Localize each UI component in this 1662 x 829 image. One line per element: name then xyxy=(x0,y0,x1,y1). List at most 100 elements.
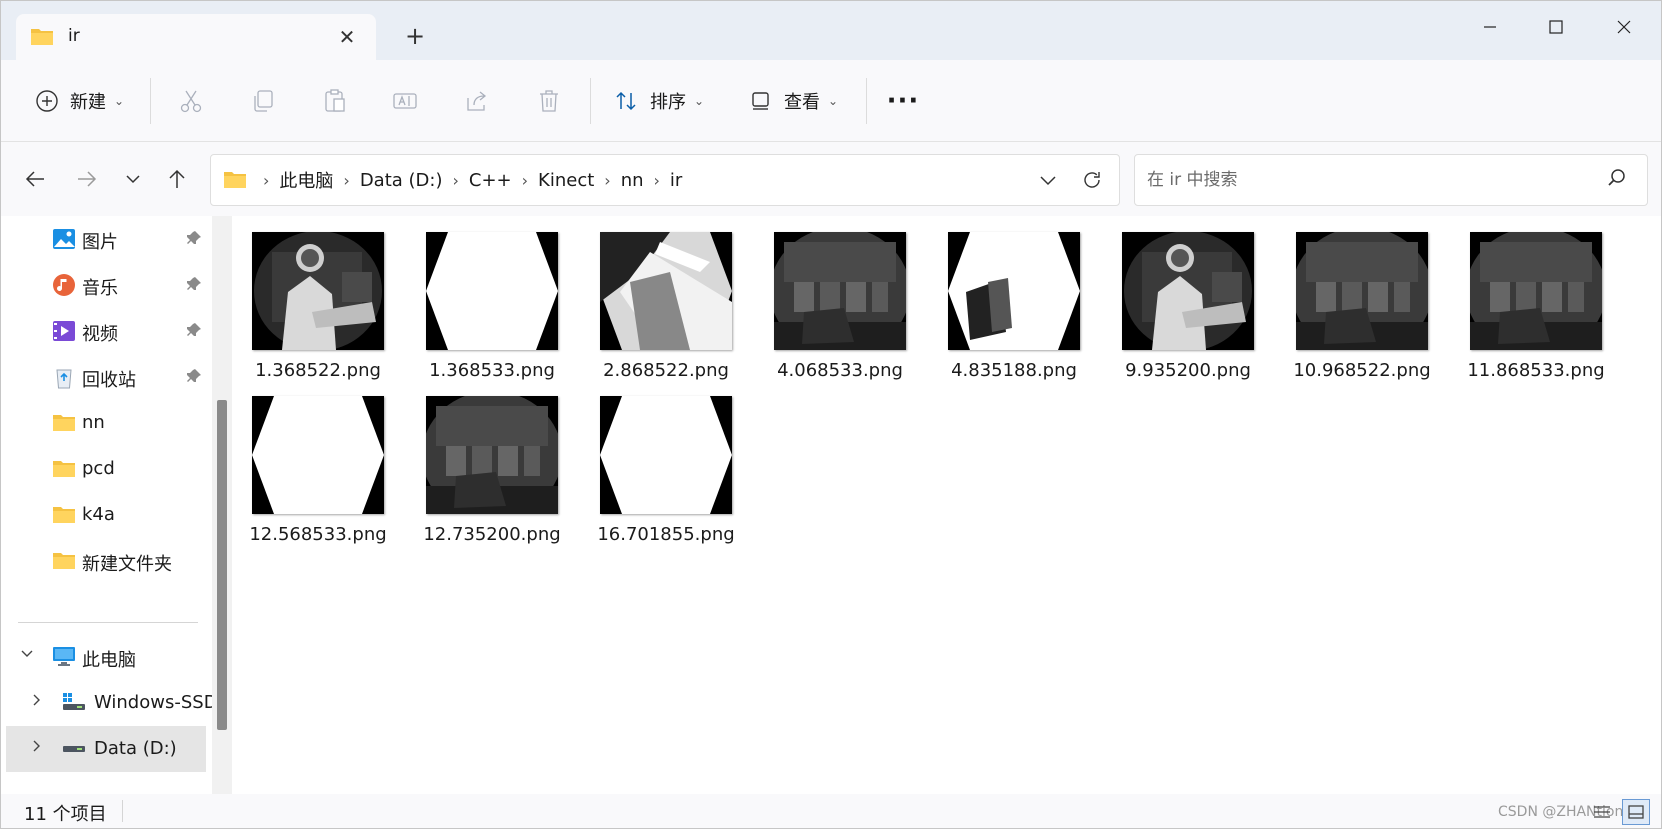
sidebar-item-nn[interactable]: nn xyxy=(0,400,210,446)
file-item[interactable]: 12.735200.png xyxy=(408,380,566,545)
image-thumbnail xyxy=(252,232,384,350)
search-input[interactable] xyxy=(1145,165,1585,195)
tab-close-icon[interactable]: ✕ xyxy=(334,24,360,50)
chevron-down-icon: ⌄ xyxy=(694,94,705,108)
new-button[interactable]: 新建 ⌄ xyxy=(32,84,124,118)
divider xyxy=(18,622,198,623)
pin-icon[interactable] xyxy=(186,230,202,251)
forward-button[interactable] xyxy=(70,162,104,196)
pin-icon[interactable] xyxy=(186,368,202,389)
file-item[interactable]: 16.701855.png xyxy=(582,380,740,545)
search-icon[interactable] xyxy=(1607,168,1627,192)
view-button[interactable]: 查看 ⌄ xyxy=(746,84,838,118)
share-icon xyxy=(467,91,487,111)
sidebar-item-windows-ssd[interactable]: Windows-SSD xyxy=(0,680,218,726)
cut-button[interactable] xyxy=(174,84,208,118)
sidebar-item-data-d[interactable]: Data (D:) xyxy=(6,726,206,772)
image-thumbnail xyxy=(1122,232,1254,350)
image-thumbnail xyxy=(426,232,558,350)
file-item[interactable]: 1.368522.png xyxy=(234,216,392,381)
more-options-icon[interactable]: ··· xyxy=(886,84,920,118)
address-history-button[interactable] xyxy=(1033,167,1063,193)
arrow-right-icon xyxy=(78,171,97,187)
file-item[interactable]: 11.868533.png xyxy=(1452,216,1610,381)
search-box xyxy=(1134,154,1648,206)
sort-icon xyxy=(612,86,642,116)
sidebar-item-label: k4a xyxy=(82,504,115,525)
image-preview xyxy=(774,232,906,350)
sidebar-scrollbar[interactable] xyxy=(212,216,232,794)
details-view-button[interactable] xyxy=(1588,799,1616,825)
breadcrumb-item[interactable]: Data (D:) xyxy=(352,170,451,191)
pin-icon[interactable] xyxy=(186,276,202,297)
back-button[interactable] xyxy=(18,162,52,196)
chevron-right-icon[interactable] xyxy=(32,693,42,711)
file-name: 12.735200.png xyxy=(423,524,561,545)
image-thumbnail xyxy=(252,396,384,514)
paste-button[interactable] xyxy=(318,84,352,118)
file-item[interactable]: 2.868522.png xyxy=(582,216,740,381)
chevron-down-icon[interactable] xyxy=(20,647,34,663)
divider xyxy=(122,800,123,822)
chevron-right-icon: › xyxy=(452,170,459,190)
sidebar-item-new-folder[interactable]: 新建文件夹 xyxy=(0,538,210,584)
share-button[interactable] xyxy=(460,84,494,118)
folder-icon xyxy=(30,26,54,50)
refresh-button[interactable] xyxy=(1077,166,1107,194)
command-bar: 新建 ⌄ 排序 ⌄ 查看 ⌄ ··· xyxy=(0,60,1662,142)
sidebar-item-this-pc[interactable]: 此电脑 xyxy=(0,634,210,680)
recent-locations-button[interactable] xyxy=(116,162,150,196)
chevron-down-icon: ⌄ xyxy=(828,94,839,108)
breadcrumb-item[interactable]: Kinect xyxy=(530,170,602,191)
tab-ir[interactable]: ir ✕ xyxy=(16,14,376,60)
file-item[interactable]: 1.368533.png xyxy=(408,216,566,381)
pin-icon[interactable] xyxy=(186,322,202,343)
up-button[interactable] xyxy=(160,162,194,196)
large-icons-view-button[interactable] xyxy=(1622,799,1650,825)
file-list: 1.368522.png 1.368533.png 2.868522.png 4.0… xyxy=(234,216,1662,794)
sidebar-item-label: pcd xyxy=(82,458,115,479)
maximize-button[interactable] xyxy=(1526,10,1586,46)
minimize-button[interactable] xyxy=(1460,10,1520,46)
breadcrumb-item[interactable]: ir xyxy=(662,170,690,191)
maximize-icon xyxy=(1549,20,1563,34)
breadcrumb-item[interactable]: C++ xyxy=(461,170,520,191)
sidebar-item-recycle-bin[interactable]: 回收站 xyxy=(0,354,210,400)
trash-icon xyxy=(540,90,558,112)
folder-icon xyxy=(52,549,76,573)
watermark: CSDN @ZHANtiontai xyxy=(1498,804,1642,820)
chevron-right-icon[interactable] xyxy=(32,739,42,757)
breadcrumb-item[interactable]: 此电脑 xyxy=(271,167,341,193)
chevron-down-icon xyxy=(1040,176,1056,186)
new-tab-button[interactable]: + xyxy=(400,22,430,52)
chevron-down-icon: ⌄ xyxy=(114,94,125,108)
file-item[interactable]: 4.068533.png xyxy=(756,216,914,381)
file-item[interactable]: 10.968522.png xyxy=(1278,216,1436,381)
sort-button[interactable]: 排序 ⌄ xyxy=(612,84,704,118)
image-preview xyxy=(600,396,732,514)
sidebar-item-music[interactable]: 音乐 xyxy=(0,262,210,308)
rename-button[interactable] xyxy=(388,84,422,118)
sidebar-item-k4a[interactable]: k4a xyxy=(0,492,210,538)
address-bar[interactable]: › 此电脑 › Data (D:) › C++ › Kinect › nn › … xyxy=(210,154,1120,206)
file-name: 1.368522.png xyxy=(255,360,381,381)
chevron-right-icon: › xyxy=(263,170,270,190)
image-thumbnail xyxy=(774,232,906,350)
file-item[interactable]: 12.568533.png xyxy=(234,380,392,545)
sidebar-item-videos[interactable]: 视频 xyxy=(0,308,210,354)
scrollbar-thumb[interactable] xyxy=(217,400,227,730)
copy-button[interactable] xyxy=(246,84,280,118)
close-window-button[interactable] xyxy=(1594,10,1654,46)
sidebar-item-pcd[interactable]: pcd xyxy=(0,446,210,492)
divider xyxy=(590,78,591,124)
file-item[interactable]: 4.835188.png xyxy=(930,216,1088,381)
paste-icon xyxy=(325,89,345,112)
delete-button[interactable] xyxy=(532,84,566,118)
sidebar-item-pictures[interactable]: 图片 xyxy=(0,216,210,262)
file-item[interactable]: 9.935200.png xyxy=(1104,216,1262,381)
breadcrumb-item[interactable]: nn xyxy=(613,170,652,191)
chevron-right-icon: › xyxy=(521,170,529,190)
sidebar-item-label: 此电脑 xyxy=(82,650,136,671)
chevron-right-icon: › xyxy=(343,170,350,190)
file-name: 4.835188.png xyxy=(951,360,1077,381)
